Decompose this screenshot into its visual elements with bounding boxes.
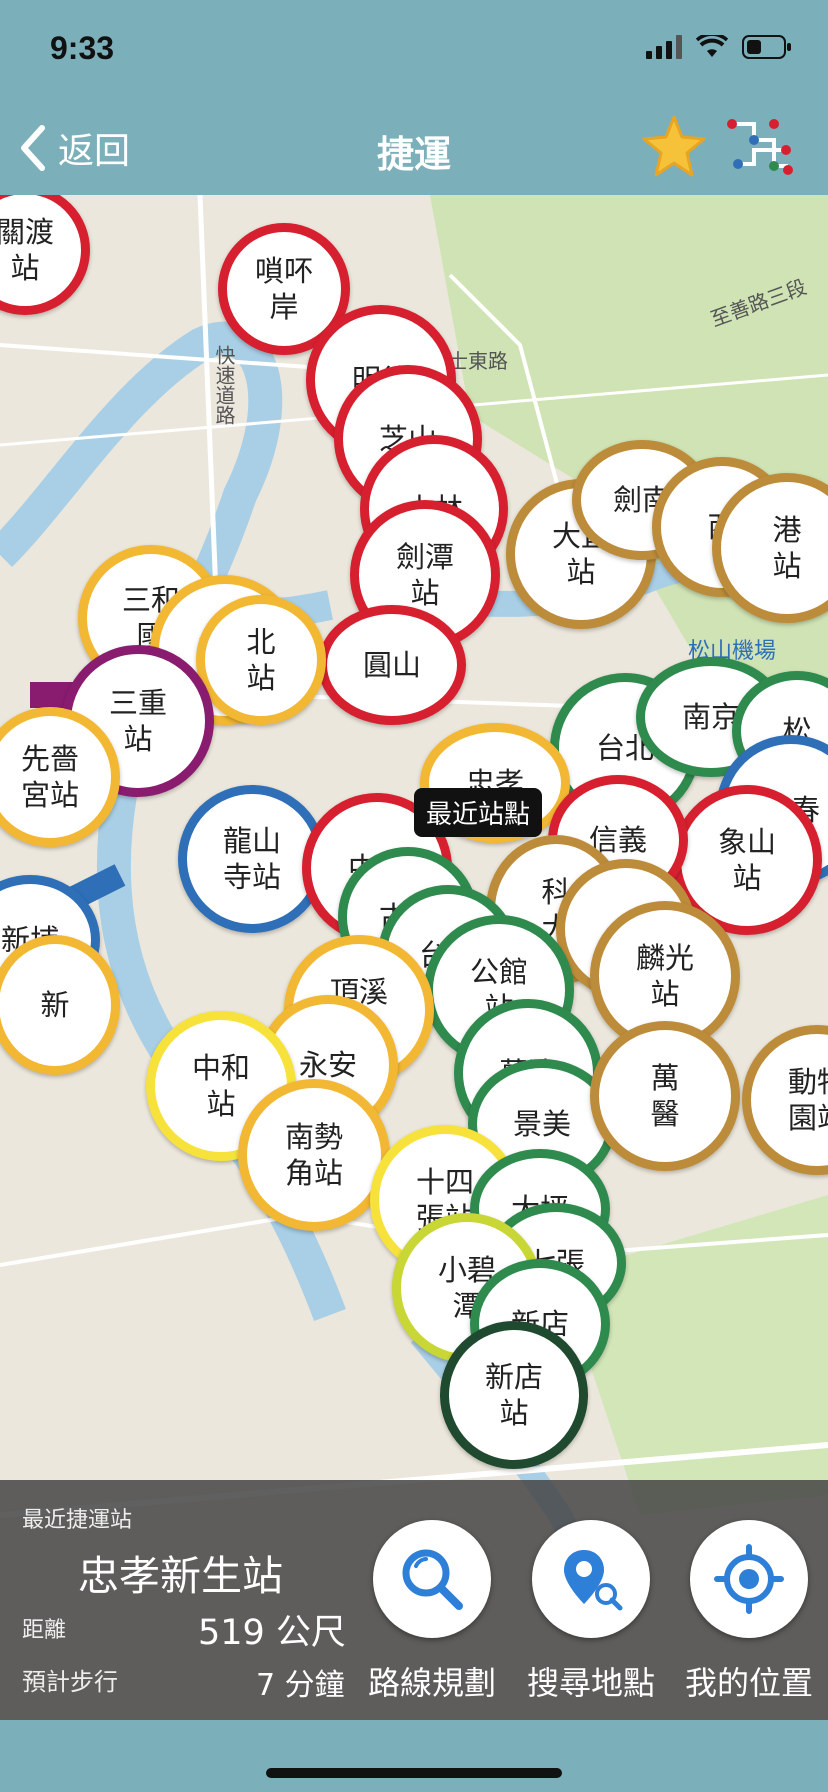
metro-map-icon [727,119,793,175]
distance-label: 距離 [22,1618,67,1643]
walk-time-value: 7 分鐘 [256,1668,345,1703]
street-label-expressway: 快速道路 [212,345,236,425]
nearest-station-name[interactable]: 忠孝新生站 [78,1542,283,1602]
search-place-label: 搜尋地點 [526,1664,655,1702]
station-taipei-bridge[interactable]: 北 站 [196,595,326,725]
star-icon [642,115,706,177]
nearest-station-tooltip: 最近站點 [414,788,543,837]
route-map-button[interactable] [724,110,796,186]
chevron-left-icon [21,125,45,171]
my-location-circle[interactable] [690,1520,808,1638]
favorite-button[interactable] [640,114,708,184]
status-icons [646,34,792,60]
location-search-icon [564,1550,623,1611]
status-bar: 9:33 [0,0,828,100]
wifi-icon [696,35,728,57]
route-planning-button[interactable]: 路線規劃 [357,1520,507,1704]
battery-icon [742,35,791,59]
nav-bar: 返回 捷運 [0,100,828,195]
signal-icon [646,35,682,59]
status-time: 9:33 [50,30,115,66]
my-location-button[interactable]: 我的位置 [674,1520,824,1704]
station-yuanshan[interactable]: 圓山 [318,605,466,725]
station-nanshijiao[interactable]: 南勢 角站 [238,1079,390,1231]
search-icon [402,1549,463,1610]
station-xindian[interactable]: 新店 站 [440,1321,588,1469]
route-planning-label: 路線規劃 [367,1664,496,1702]
back-label: 返回 [58,131,131,172]
nearest-station-label: 最近捷運站 [22,1508,133,1533]
distance-value: 519 公尺 [198,1613,346,1653]
home-indicator[interactable] [266,1768,562,1778]
crosshair-icon [714,1544,784,1614]
my-location-label: 我的位置 [684,1664,813,1702]
search-place-button[interactable]: 搜尋地點 [516,1520,666,1704]
search-place-circle[interactable] [532,1520,650,1638]
back-button[interactable]: 返回 [18,122,130,174]
route-planning-circle[interactable] [373,1520,491,1638]
station-wanfang-hospital[interactable]: 萬 醫 [590,1021,740,1171]
home-bar [0,1720,828,1792]
nearest-station-panel: 最近捷運站 忠孝新生站 距離 519 公尺 預計步行 7 分鐘 路線規劃 搜尋地… [0,1480,828,1720]
street-label-shidong: 士東路 [448,349,508,373]
walk-time-label: 預計步行 [22,1668,118,1696]
